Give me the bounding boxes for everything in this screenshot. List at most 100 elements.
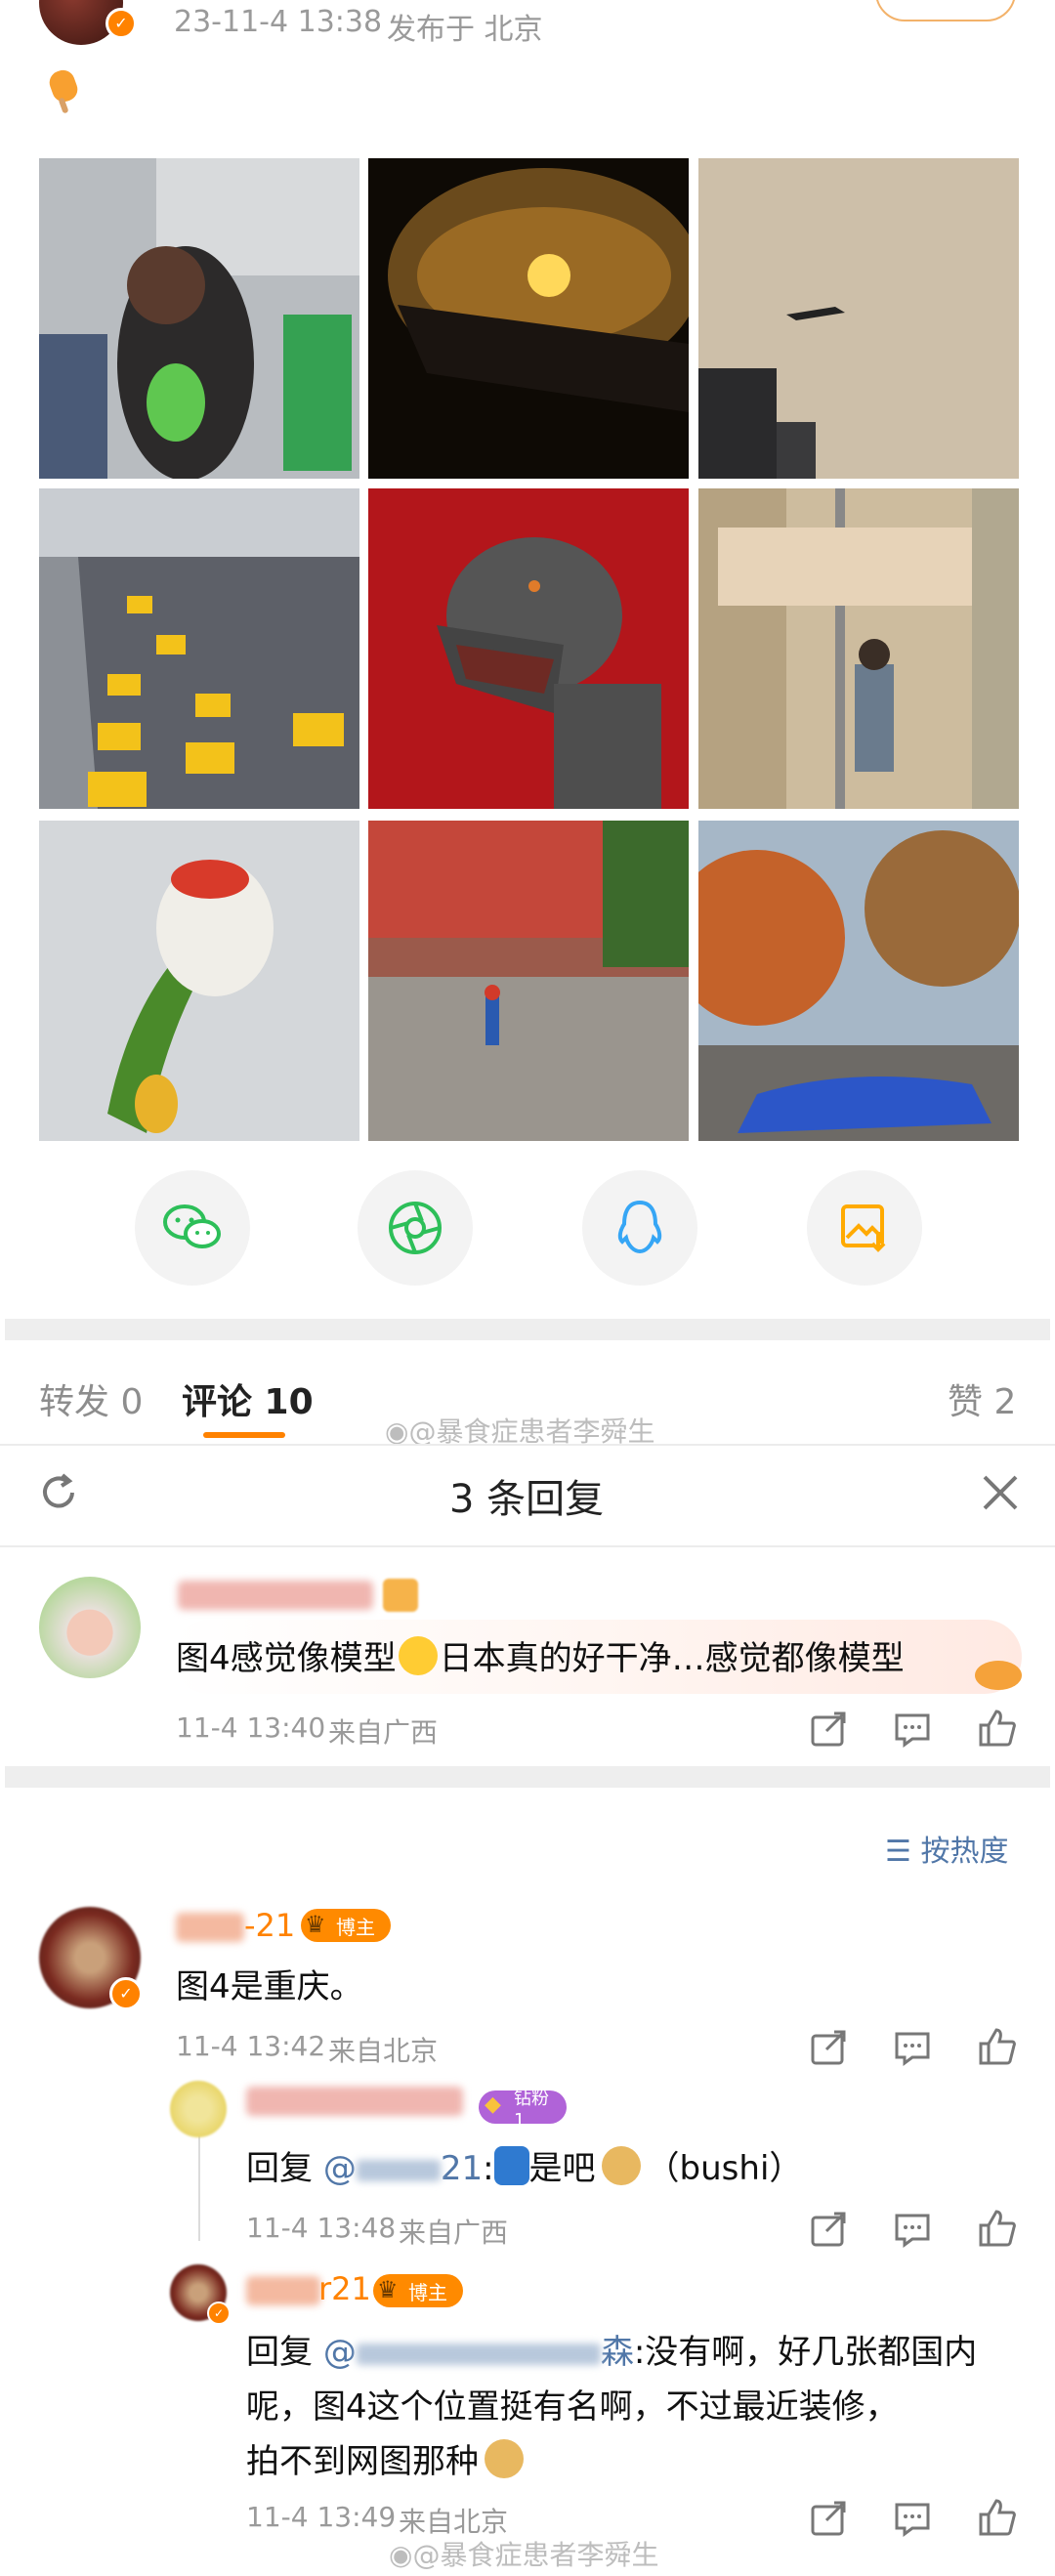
reply-2-avatar[interactable] <box>170 2081 227 2137</box>
photo-7-duck-plush[interactable] <box>39 821 359 1141</box>
tab-comment[interactable]: 评论 10 <box>182 1373 314 1424</box>
root-comment-text-part2: 日本真的好干净…感觉都像模型 <box>439 1639 905 1678</box>
root-comment-text-part1: 图4感觉像模型 <box>176 1639 397 1678</box>
root-comment-divider <box>5 1766 1050 1788</box>
reply-2-mention-tail: 21 <box>440 2149 484 2188</box>
reply-2-name[interactable] <box>246 2087 463 2116</box>
share-wechat-button[interactable] <box>135 1170 250 1286</box>
popsicle-emoji-icon <box>43 68 84 117</box>
photo-3-plane-sky[interactable] <box>698 158 1019 479</box>
reply-panel-title: 3 条回复 <box>449 1477 605 1522</box>
reply-2-source: 来自广西 <box>399 2217 509 2249</box>
mention-blurred <box>356 2159 441 2181</box>
doge-emoji-icon <box>601 2146 641 2185</box>
like-icon[interactable] <box>975 2206 1018 2249</box>
like-icon[interactable] <box>975 2495 1018 2538</box>
refresh-icon[interactable] <box>37 1471 80 1514</box>
reply-2-colon: : <box>483 2149 494 2188</box>
share-moments-button[interactable] <box>358 1170 473 1286</box>
reply-2-mention[interactable]: @21 <box>323 2149 483 2188</box>
weibo-logo-icon: ◉ <box>389 2539 413 2571</box>
tabs-divider <box>0 1444 1055 1446</box>
diamond-icon: ◆ <box>485 2092 501 2117</box>
reply-3-mention-tail: 森 <box>600 2333 634 2372</box>
photo-5-godzilla[interactable] <box>368 488 689 809</box>
diamond-fan-badge: ◆ 钻粉1 <box>479 2089 567 2131</box>
tab-like[interactable]: 赞 2 <box>948 1373 1016 1424</box>
reply-3-line3: 拍不到网图那种 <box>246 2434 1028 2489</box>
photo-8-temple-mario[interactable] <box>368 821 689 1141</box>
photo-4-taxis[interactable] <box>39 488 359 809</box>
comment-icon[interactable] <box>891 1708 934 1751</box>
blogger-badge: ♛ 博主 <box>301 1909 391 1942</box>
reply-2-text-main: 是吧 <box>528 2149 596 2188</box>
wechat-icon <box>163 1204 221 1248</box>
like-icon[interactable] <box>975 1706 1018 1749</box>
qq-penguin-icon <box>617 1200 662 1254</box>
photo-6-shop-window[interactable] <box>698 488 1019 809</box>
sort-by-hot-button[interactable]: ☰ 按热度 <box>885 1827 1008 1870</box>
reply-1-text: 图4是重庆。 <box>176 1967 363 2006</box>
post-timestamp: 23-11-4 13:38 <box>174 5 383 39</box>
fishing-emoji-icon <box>493 2146 529 2185</box>
crown-icon: ♛ <box>377 2276 399 2303</box>
reply-3-badge-label: 博主 <box>408 2280 447 2304</box>
reply-3-text: 回复 @ 森:没有啊，好几张都国内 呢，图4这个位置挺有名啊，不过最近装修， 拍不… <box>246 2325 1028 2489</box>
mention-blurred <box>356 2343 601 2365</box>
save-image-button[interactable] <box>807 1170 922 1286</box>
repost-icon[interactable] <box>807 2497 850 2540</box>
comment-icon[interactable] <box>891 2208 934 2251</box>
sort-icon: ☰ <box>885 1835 911 1869</box>
root-comment-source: 来自广西 <box>328 1716 439 1749</box>
reply-3-time: 11-4 13:49 <box>246 2501 397 2533</box>
repost-icon[interactable] <box>807 2208 850 2251</box>
share-qq-button[interactable] <box>582 1170 697 1286</box>
reply-3-name-suffix[interactable]: r21 <box>318 2270 371 2307</box>
reply-3-line3-text: 拍不到网图那种 <box>246 2442 479 2481</box>
popsicle-sticker-icon <box>975 1661 1022 1690</box>
like-icon[interactable] <box>975 2024 1018 2067</box>
blogger-badge: ♛ 博主 <box>373 2274 463 2307</box>
repost-icon[interactable] <box>807 2026 850 2069</box>
crying-laughing-emoji-icon <box>398 1636 438 1675</box>
verified-badge-icon: ✓ <box>109 1977 143 2010</box>
blogger-badge-label: 博主 <box>336 1915 375 1939</box>
tab-active-indicator <box>203 1432 285 1438</box>
section-divider <box>5 1319 1050 1340</box>
reply-3-name-blurred[interactable] <box>246 2276 320 2305</box>
verified-badge-icon: ✓ <box>106 8 137 39</box>
reply-3-line2: 呢，图4这个位置挺有名啊，不过最近装修， <box>246 2387 899 2427</box>
reply-3-prefix: 回复 <box>246 2333 313 2372</box>
reply-2-bushi: （bushi） <box>646 2149 803 2188</box>
photo-2-sunset-window[interactable] <box>368 158 689 479</box>
follow-button[interactable] <box>875 0 1016 21</box>
reply-2-prefix: 回复 <box>246 2149 313 2188</box>
crown-icon: ♛ <box>305 1911 326 1938</box>
reply-3-line1: 回复 @ 森:没有啊，好几张都国内 <box>246 2325 1028 2380</box>
blogger-name-blurred[interactable] <box>176 1913 244 1942</box>
blogger-name-suffix[interactable]: -21 <box>244 1907 295 1944</box>
post-location: 发布于 北京 <box>387 13 543 47</box>
commenter-avatar[interactable] <box>39 1577 141 1678</box>
reply-2-text: 回复 @21: 是吧 （bushi） <box>246 2141 802 2189</box>
reply-1-time: 11-4 13:42 <box>176 2030 326 2062</box>
verified-badge-icon: ✓ <box>207 2302 231 2325</box>
aperture-icon <box>389 1202 442 1254</box>
reply-3-mention-at: @ <box>322 2333 357 2372</box>
reply-3-line1-rest: :没有啊，好几张都国内 <box>633 2333 978 2372</box>
comment-icon[interactable] <box>891 2026 934 2069</box>
repost-icon[interactable] <box>807 1708 850 1751</box>
thread-line <box>198 2133 200 2241</box>
close-icon[interactable] <box>981 1473 1020 1512</box>
diamond-fan-badge-label: 钻粉1 <box>514 2088 549 2131</box>
photo-1-airport-queue[interactable] <box>39 158 359 479</box>
comment-icon[interactable] <box>891 2497 934 2540</box>
tab-repost[interactable]: 转发 0 <box>39 1373 143 1424</box>
photo-9-autumn-car[interactable] <box>698 821 1019 1141</box>
save-image-icon <box>841 1204 886 1252</box>
reply-3-mention[interactable]: @ 森 <box>323 2333 634 2372</box>
commenter-name[interactable] <box>178 1581 373 1610</box>
reply-2-mention-at: @ <box>322 2149 357 2188</box>
sort-label: 按热度 <box>920 1835 1009 1869</box>
fan-badge-icon <box>383 1579 418 1612</box>
